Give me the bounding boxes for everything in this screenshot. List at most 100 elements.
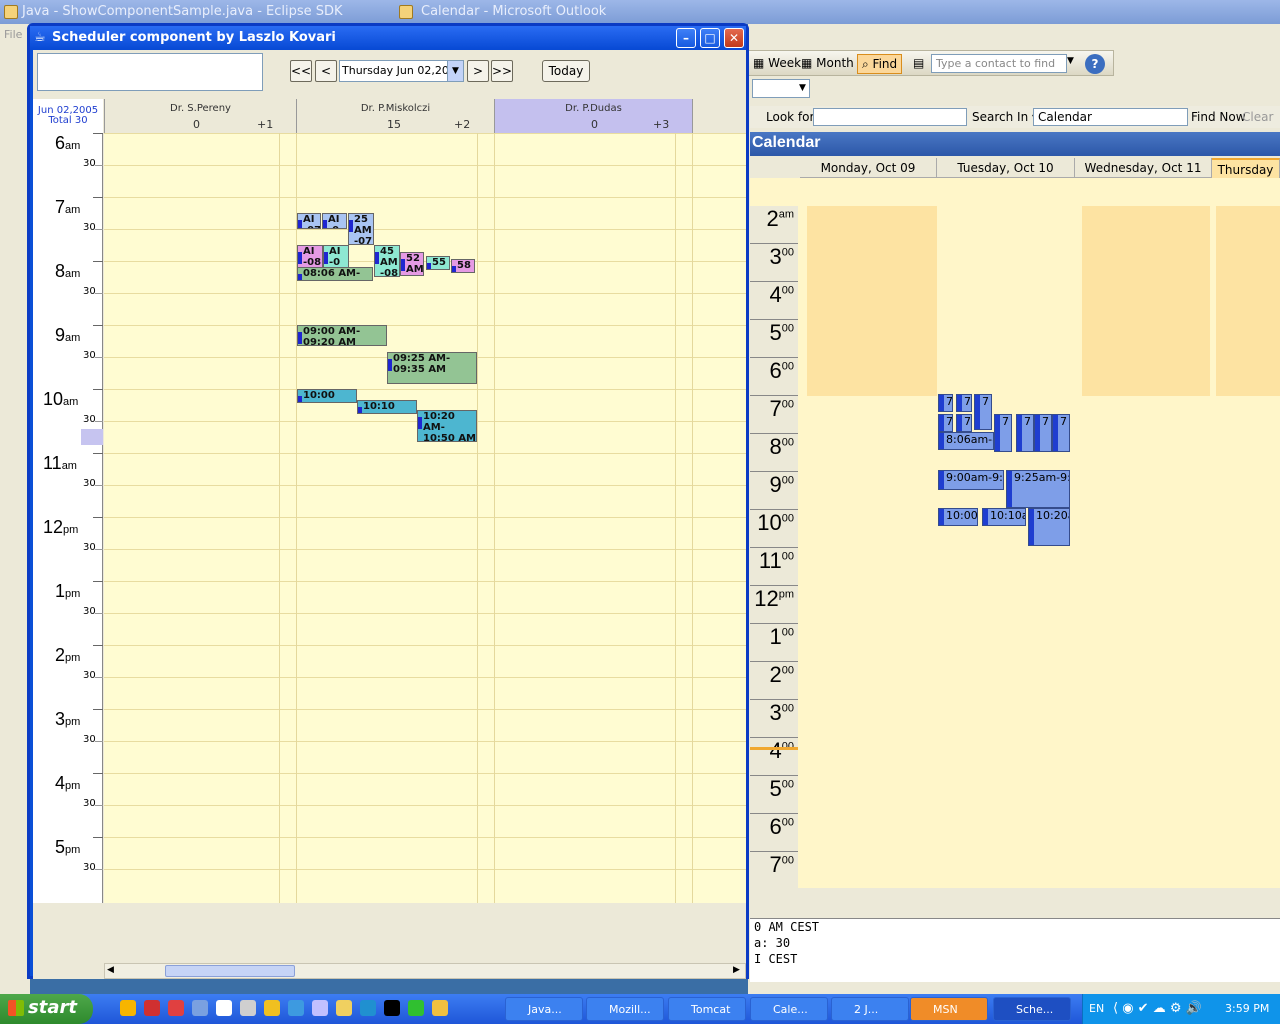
quick-launch-icon[interactable] — [312, 1000, 328, 1016]
last-button[interactable]: >> — [491, 60, 513, 82]
find-now-button[interactable]: Find Now — [1191, 110, 1246, 124]
taskbar-item-java[interactable]: Java... — [505, 997, 583, 1021]
taskbar-item-scheduler[interactable]: Sche... — [993, 997, 1071, 1021]
scroll-right-icon[interactable]: ▶ — [733, 965, 740, 975]
quick-launch-icon[interactable] — [408, 1000, 424, 1016]
taskbar-item-msn[interactable]: MSN — [910, 997, 988, 1021]
eclipse-menu-file[interactable]: File — [4, 28, 22, 41]
day-header-tuesday[interactable]: Tuesday, Oct 10 — [937, 158, 1075, 178]
quick-launch-icon[interactable] — [120, 1000, 136, 1016]
scroll-left-icon[interactable]: ◀ — [107, 965, 114, 975]
resource-header-pereny[interactable]: Dr. S.Pereny 0 +1 — [104, 99, 296, 133]
maximize-button[interactable]: □ — [700, 28, 720, 48]
outlook-appointment[interactable]: 7 — [974, 394, 992, 430]
scheduler-text-box[interactable] — [37, 53, 263, 91]
contact-search-input[interactable]: Type a contact to find — [931, 54, 1067, 73]
quick-launch-icon[interactable] — [384, 1000, 400, 1016]
minimize-button[interactable]: – — [676, 28, 696, 48]
day-header-monday[interactable]: Monday, Oct 09 — [800, 158, 937, 178]
appointment[interactable]: 58 AM -08 :08 — [451, 258, 475, 273]
quick-launch-icon[interactable] — [216, 1000, 232, 1016]
close-button[interactable]: ✕ — [724, 28, 744, 48]
appointment[interactable]: AI -0 7:4 — [323, 245, 349, 269]
time-label: 2pm 30 — [33, 645, 103, 709]
taskbar-item-group[interactable]: 2 J... — [831, 997, 909, 1021]
taskbar-item-calendar[interactable]: Cale... — [750, 997, 828, 1021]
outlook-appointment[interactable]: 7 — [1052, 414, 1070, 452]
outlook-appointment[interactable]: 9:25am-9:3 — [1006, 470, 1070, 508]
quick-launch-icon[interactable] — [264, 1000, 280, 1016]
contact-dropdown-icon[interactable]: ▼ — [1063, 54, 1078, 74]
outlook-appointment[interactable]: 9:00am-9:2 — [938, 470, 1004, 490]
quick-launch-icon[interactable] — [240, 1000, 256, 1016]
previous-button[interactable]: < — [315, 60, 337, 82]
schedule-grid[interactable]: AI -07 :15AI -0 7:225 AM -07 :35 AI -08 :… — [104, 133, 746, 903]
outlook-appointment[interactable]: 7 — [994, 414, 1012, 452]
look-for-input[interactable] — [813, 108, 967, 126]
outlook-window-title[interactable]: Calendar - Microsoft Outlook — [395, 0, 1280, 24]
day-header-thursday[interactable]: Thursday — [1212, 158, 1280, 178]
outlook-appointment[interactable]: 10:00a — [938, 508, 978, 526]
appointment[interactable]: 10:10 AM-10:20 AM — [357, 399, 417, 414]
month-view-button[interactable]: ▦ Month — [797, 54, 858, 74]
outlook-appointment[interactable]: 10:20a — [1028, 508, 1070, 546]
outlook-appointment[interactable]: 10:10a — [982, 508, 1026, 526]
outlook-appointment[interactable]: 8:06am-8 — [938, 432, 994, 450]
language-indicator[interactable]: EN — [1089, 1002, 1104, 1015]
time-label: 3pm 30 — [33, 709, 103, 773]
outlook-view-combo[interactable]: ▼ — [752, 79, 810, 98]
start-button[interactable]: start — [0, 994, 93, 1024]
quick-launch-icon[interactable] — [432, 1000, 448, 1016]
quick-launch-icon[interactable] — [168, 1000, 184, 1016]
outlook-appointment[interactable]: 7 — [1016, 414, 1034, 452]
quick-launch-icon[interactable] — [288, 1000, 304, 1016]
search-in-field[interactable]: Calendar — [1033, 108, 1188, 126]
appointment[interactable]: 09:25 AM-09:35 AM — [387, 351, 477, 384]
appointment[interactable]: AI -08 :03 — [297, 245, 323, 270]
appointment[interactable]: AI -0 7:2 — [322, 213, 347, 229]
appointment[interactable]: 10:20 AM-10:50 AM — [417, 410, 477, 443]
outlook-appointment[interactable]: 7 — [956, 394, 972, 412]
hour-text: 10am — [43, 389, 78, 410]
outlook-appointment[interactable]: 7 — [1034, 414, 1052, 452]
horizontal-scrollbar[interactable]: ◀ ▶ — [104, 963, 746, 979]
taskbar-item-mozilla[interactable]: Mozill... — [586, 997, 664, 1021]
today-button[interactable]: Today — [542, 60, 590, 82]
day-header-wednesday[interactable]: Wednesday, Oct 11 — [1075, 158, 1212, 178]
taskbar-item-tomcat[interactable]: Tomcat — [668, 997, 746, 1021]
clock[interactable]: 3:59 PM — [1225, 1002, 1269, 1015]
outlook-appointment[interactable]: 7 — [938, 394, 953, 412]
date-select[interactable]: Thursday Jun 02,2005 — [339, 60, 464, 82]
first-button[interactable]: << — [290, 60, 312, 82]
appointment[interactable]: 09:00 AM-09:20 AM — [297, 325, 387, 347]
appointment[interactable]: AI -07 :15 — [297, 213, 321, 229]
find-button[interactable]: ⌕ Find — [857, 54, 903, 74]
appointment[interactable]: 10:00 AM-10:10 AM — [297, 389, 357, 403]
address-book-icon[interactable]: ▤ — [909, 54, 928, 74]
time-label: 7am 30 — [33, 197, 103, 261]
quick-launch-icon[interactable] — [360, 1000, 376, 1016]
scrollbar-thumb[interactable] — [165, 965, 295, 977]
help-icon[interactable]: ? — [1085, 54, 1105, 74]
chevron-down-icon[interactable]: ▼ — [447, 61, 463, 81]
appointment[interactable]: 08:06 AM-08:16 AM — [297, 267, 373, 282]
time-label: 1pm 30 — [33, 581, 103, 645]
quick-launch-icon[interactable] — [144, 1000, 160, 1016]
appointment[interactable]: 45 AM -08 :15 — [374, 245, 400, 277]
scheduler-title-bar[interactable]: ☕ Scheduler component by Laszlo Kovari –… — [30, 26, 746, 50]
search-in-button[interactable]: Search In ▾ — [972, 110, 1038, 124]
outlook-appointment[interactable]: 7 — [938, 414, 953, 432]
resource-header-miskolczi[interactable]: Dr. P.Miskolczi 15 +2 — [296, 99, 494, 133]
appointment[interactable]: 25 AM -07 :35 — [348, 213, 374, 245]
appointment[interactable]: 52 AM -08 :02 — [400, 252, 424, 276]
outlook-appointment[interactable]: 7 — [956, 414, 972, 432]
next-button[interactable]: > — [467, 60, 489, 82]
hour-text: 3pm — [55, 709, 80, 730]
appointment[interactable]: 55 AM -0 8:0 5 — [426, 255, 450, 270]
resource-header-dudas[interactable]: Dr. P.Dudas 0 +3 — [494, 99, 692, 133]
eclipse-window-title[interactable]: Java - ShowComponentSample.java - Eclips… — [0, 0, 395, 24]
quick-launch-icon[interactable] — [192, 1000, 208, 1016]
quick-launch-icon[interactable] — [336, 1000, 352, 1016]
clear-button[interactable]: Clear — [1242, 110, 1273, 124]
tray-icons[interactable]: ⟨ ◉ ✔ ☁ ⚙ 🔊 — [1113, 1001, 1202, 1016]
